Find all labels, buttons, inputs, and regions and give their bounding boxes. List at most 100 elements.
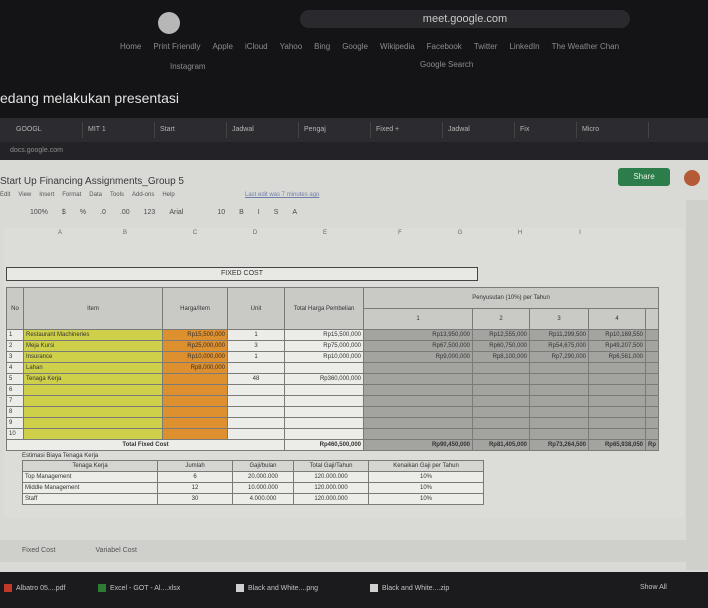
total-cell[interactable]: Rp75,000,000 [284, 340, 364, 352]
header-depreciation[interactable]: Penyusutan (10%) per Tahun [363, 287, 659, 309]
staff-cell[interactable]: 30 [157, 493, 233, 505]
total-cell[interactable]: Rp15,500,000 [284, 329, 364, 341]
depr-more-cell[interactable] [645, 340, 659, 352]
staff-cell[interactable]: 12 [157, 482, 233, 494]
font-size-select[interactable]: 10 [217, 209, 225, 216]
depr-cell[interactable] [472, 417, 530, 429]
total-cell[interactable] [284, 384, 364, 396]
record-icon[interactable] [158, 12, 180, 34]
depr-more-cell[interactable] [645, 362, 659, 374]
unit-cell[interactable] [227, 406, 285, 418]
browser-tab[interactable]: Micro [576, 122, 649, 138]
column-header[interactable]: F [370, 230, 430, 242]
share-button[interactable]: Share [618, 168, 670, 186]
bookmark[interactable]: LinkedIn [509, 42, 539, 51]
depr-cell[interactable] [529, 373, 589, 385]
total-cell[interactable] [284, 406, 364, 418]
number-format-button[interactable]: 123 [144, 209, 156, 216]
percent-button[interactable]: % [80, 209, 86, 216]
bookmark-google-search[interactable]: Google Search [420, 60, 473, 69]
staff-cell[interactable]: 120.000.000 [293, 493, 369, 505]
depr-cell[interactable] [529, 362, 589, 374]
column-header[interactable]: H [490, 230, 550, 242]
decrease-decimal-button[interactable]: .0 [100, 209, 106, 216]
depr-cell[interactable] [363, 384, 473, 396]
depr-cell[interactable] [588, 417, 646, 429]
bookmark[interactable]: Google [342, 42, 368, 51]
depr-more-cell[interactable] [645, 428, 659, 440]
download-item[interactable]: Black and White....png [236, 584, 318, 592]
staff-cost-title[interactable]: Estimasi Biaya Tenaga Kerja [22, 453, 98, 459]
price-cell[interactable]: Rp25,000,000 [162, 340, 228, 352]
unit-cell[interactable]: 48 [227, 373, 285, 385]
column-header[interactable]: C [170, 230, 220, 242]
depr-cell[interactable] [529, 395, 589, 407]
header-no[interactable]: No [6, 287, 24, 330]
item-cell[interactable]: Insurance [23, 351, 163, 363]
browser-tab[interactable]: Fix [514, 122, 577, 138]
depr-cell[interactable]: Rp9,000,000 [363, 351, 473, 363]
menu-view[interactable]: View [18, 192, 31, 198]
unit-cell[interactable] [227, 384, 285, 396]
bookmark[interactable]: Twitter [474, 42, 498, 51]
depr-cell[interactable] [472, 395, 530, 407]
depr-cell[interactable] [363, 373, 473, 385]
bold-button[interactable]: B [239, 209, 244, 216]
unit-cell[interactable]: 1 [227, 351, 285, 363]
total-year-cell[interactable]: Rp65,938,050 [588, 439, 646, 451]
price-cell[interactable]: Rp10,000,000 [162, 351, 228, 363]
item-cell[interactable]: Restaurant Machineries [23, 329, 163, 341]
depr-cell[interactable] [472, 428, 530, 440]
column-header[interactable]: D [230, 230, 280, 242]
staff-cell[interactable]: Top Management [22, 471, 158, 483]
staff-header[interactable]: Jumlah [157, 460, 233, 472]
total-cell[interactable] [284, 362, 364, 374]
depr-cell[interactable] [363, 417, 473, 429]
price-cell[interactable] [162, 406, 228, 418]
depr-cell[interactable]: Rp54,675,000 [529, 340, 589, 352]
download-item[interactable]: Albatro 05....pdf [4, 584, 65, 592]
zoom-select[interactable]: 100% [30, 209, 48, 216]
document-title[interactable]: Start Up Financing Assignments_Group 5 [0, 176, 184, 187]
bookmark[interactable]: The Weather Chan [552, 42, 619, 51]
staff-cell[interactable]: 4.000.000 [232, 493, 294, 505]
unit-cell[interactable] [227, 428, 285, 440]
unit-cell[interactable] [227, 417, 285, 429]
header-total[interactable]: Total Harga Pembelian [284, 287, 364, 330]
show-all-button[interactable]: Show All [640, 584, 667, 591]
browser-tab[interactable]: Start [154, 122, 227, 138]
no-cell[interactable]: 2 [6, 340, 24, 352]
depr-cell[interactable] [363, 406, 473, 418]
staff-cell[interactable]: 6 [157, 471, 233, 483]
depr-cell[interactable] [588, 428, 646, 440]
menu-data[interactable]: Data [89, 192, 102, 198]
item-cell[interactable]: Tenaga Kerja [23, 373, 163, 385]
bookmark[interactable]: Bing [314, 42, 330, 51]
staff-header[interactable]: Total Gaji/Tahun [293, 460, 369, 472]
total-year-cell[interactable]: Rp90,450,000 [363, 439, 473, 451]
item-cell[interactable] [23, 395, 163, 407]
inner-address-bar[interactable]: docs.google.com [0, 142, 708, 160]
staff-cell[interactable]: 120.000.000 [293, 471, 369, 483]
header-item[interactable]: Item [23, 287, 163, 330]
price-cell[interactable] [162, 428, 228, 440]
browser-tab[interactable]: MIT 1 [82, 122, 155, 138]
increase-decimal-button[interactable]: .00 [120, 209, 130, 216]
depr-more-cell[interactable] [645, 417, 659, 429]
depr-cell[interactable]: Rp60,750,000 [472, 340, 530, 352]
item-cell[interactable] [23, 384, 163, 396]
header-price[interactable]: Harga/Item [162, 287, 228, 330]
no-cell[interactable]: 5 [6, 373, 24, 385]
total-year-cell[interactable]: Rp73,264,500 [529, 439, 589, 451]
total-fixed-value[interactable]: Rp460,500,000 [284, 439, 364, 451]
unit-cell[interactable] [227, 395, 285, 407]
depr-cell[interactable] [363, 428, 473, 440]
header-year[interactable]: 2 [472, 308, 530, 330]
depr-cell[interactable] [588, 384, 646, 396]
bookmark[interactable]: iCloud [245, 42, 268, 51]
menu-addons[interactable]: Add-ons [132, 192, 154, 198]
unit-cell[interactable]: 1 [227, 329, 285, 341]
total-year-cell[interactable]: Rp [645, 439, 659, 451]
depr-more-cell[interactable] [645, 384, 659, 396]
browser-tab[interactable]: GOOGL [10, 122, 83, 138]
